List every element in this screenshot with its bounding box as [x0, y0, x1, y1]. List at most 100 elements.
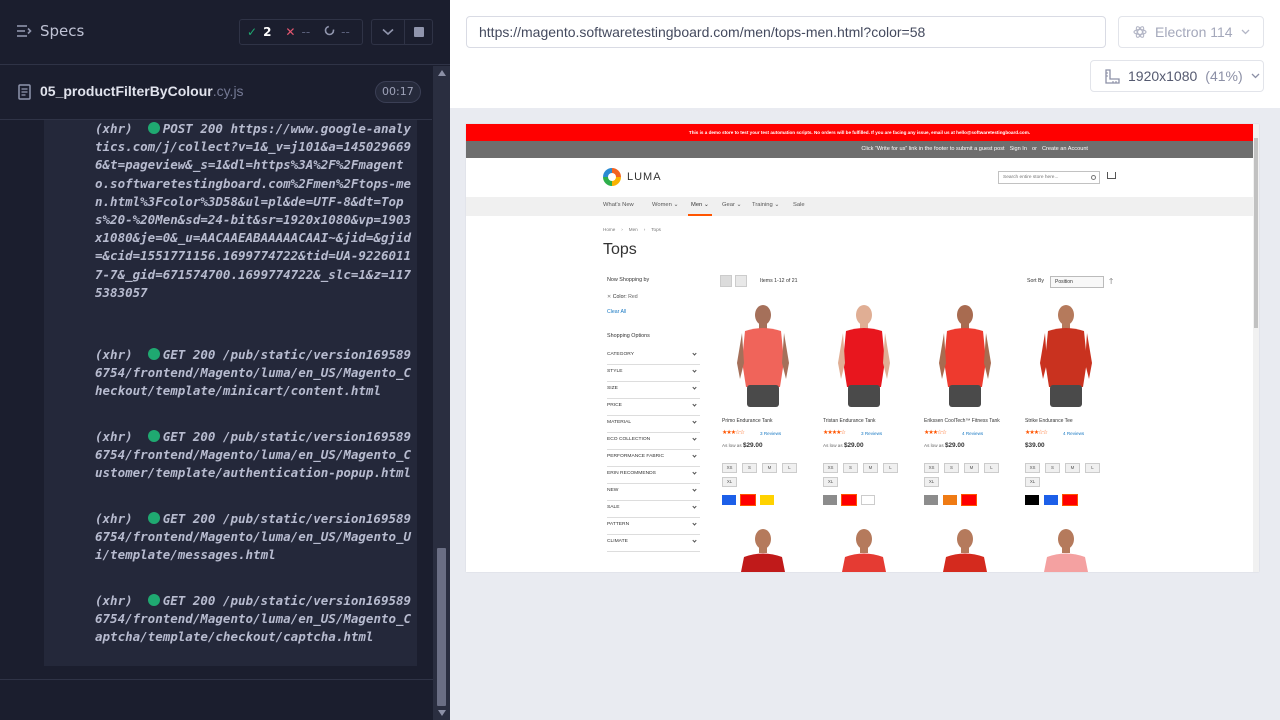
size-swatch[interactable]: L [883, 463, 898, 473]
product-name[interactable]: Strike Endurance Tee [1025, 418, 1073, 424]
size-swatch[interactable]: XS [1025, 463, 1040, 473]
size-swatch[interactable]: M [762, 463, 777, 473]
nav-item-sale[interactable]: Sale [793, 197, 805, 216]
options-dropdown-button[interactable] [371, 19, 404, 45]
scroll-up-arrow-icon[interactable] [438, 70, 446, 76]
color-swatch[interactable] [823, 495, 837, 505]
size-swatch[interactable]: XS [823, 463, 838, 473]
color-swatch[interactable] [722, 495, 736, 505]
color-swatch[interactable] [1062, 494, 1078, 506]
aut-iframe[interactable]: This is a demo store to test your test a… [466, 124, 1259, 572]
site-logo[interactable]: LUMA [603, 168, 662, 186]
size-swatch[interactable]: XS [722, 463, 737, 473]
clear-all-link[interactable]: Clear All [607, 309, 626, 315]
filter-option[interactable]: NEW [607, 484, 700, 501]
sort-by-select[interactable]: Position [1050, 276, 1104, 288]
filter-option[interactable]: CATEGORY [607, 348, 700, 365]
size-swatch[interactable]: S [1045, 463, 1060, 473]
product-card[interactable]: Primo Endurance Tank ★★★☆☆ 3 Reviews As low… [720, 301, 804, 511]
color-swatch[interactable] [961, 494, 977, 506]
product-name[interactable]: Tristan Endurance Tank [823, 418, 876, 424]
size-swatch[interactable]: XL [924, 477, 939, 487]
nav-item-women[interactable]: Women ⌄ [652, 197, 678, 216]
nav-item-gear[interactable]: Gear ⌄ [722, 197, 741, 216]
size-swatch[interactable]: S [742, 463, 757, 473]
reviews-link[interactable]: 3 Reviews [760, 431, 781, 436]
filter-option[interactable]: PATTERN [607, 518, 700, 535]
reviews-link[interactable]: 3 Reviews [861, 431, 882, 436]
filter-option[interactable]: PERFORMANCE FABRIC [607, 450, 700, 467]
site-search-input[interactable]: Search entire store here... [998, 171, 1100, 184]
nav-item-men[interactable]: Men ⌄ [688, 197, 712, 216]
size-swatch[interactable]: S [843, 463, 858, 473]
price-value: $29.00 [944, 442, 965, 449]
scroll-down-arrow-icon[interactable] [438, 710, 446, 716]
product-image[interactable] [829, 525, 899, 572]
size-swatch[interactable]: XS [924, 463, 939, 473]
breadcrumb-item[interactable]: Home [603, 227, 615, 232]
breadcrumb-item[interactable]: Men [629, 227, 638, 232]
filter-option[interactable]: MATERIAL [607, 416, 700, 433]
size-swatch[interactable]: L [1085, 463, 1100, 473]
reviews-link[interactable]: 4 Reviews [1063, 431, 1084, 436]
reporter-scrollbar[interactable] [433, 66, 450, 720]
search-icon[interactable] [1091, 175, 1096, 180]
size-swatch[interactable]: L [782, 463, 797, 473]
product-image[interactable] [930, 525, 1000, 572]
reviews-link[interactable]: 4 Reviews [962, 431, 983, 436]
product-name[interactable]: Erikssen CoolTech™ Fitness Tank [924, 418, 1000, 424]
size-swatch[interactable]: M [1065, 463, 1080, 473]
color-swatch[interactable] [1044, 495, 1058, 505]
size-swatch[interactable]: L [984, 463, 999, 473]
browser-selector[interactable]: Electron 114 [1118, 16, 1264, 48]
product-image[interactable] [728, 301, 798, 413]
product-card[interactable]: Erikssen CoolTech™ Fitness Tank ★★★☆☆ 4 Re… [922, 301, 1006, 511]
product-image[interactable] [1031, 525, 1101, 572]
price-prefix: As low as [823, 443, 843, 448]
color-swatch[interactable] [841, 494, 857, 506]
product-card[interactable]: Strike Endurance Tee ★★★☆☆ 4 Reviews $39.0… [1023, 301, 1107, 511]
pending-count: -- [341, 25, 350, 39]
size-swatch[interactable]: M [863, 463, 878, 473]
command-log[interactable]: (xhr) POST 200 https://www.google-analyt… [44, 120, 417, 666]
color-swatch[interactable] [740, 494, 756, 506]
create-account-link[interactable]: Create an Account [1042, 141, 1088, 158]
filter-option[interactable]: SIZE [607, 382, 700, 399]
url-bar[interactable]: https://magento.softwaretestingboard.com… [466, 16, 1106, 48]
product-card[interactable]: Tristan Endurance Tank ★★★★☆ 3 Reviews As l… [821, 301, 905, 511]
size-swatch[interactable]: XL [823, 477, 838, 487]
filter-option[interactable]: PRICE [607, 399, 700, 416]
cart-icon[interactable] [1107, 172, 1116, 179]
product-image[interactable] [829, 301, 899, 413]
size-swatch[interactable]: XL [722, 477, 737, 487]
sign-in-link[interactable]: Sign In [1010, 141, 1027, 158]
nav-item-training[interactable]: Training ⌄ [752, 197, 779, 216]
color-swatch[interactable] [760, 495, 774, 505]
grid-mode-button[interactable] [720, 275, 732, 287]
stop-button[interactable] [404, 19, 433, 45]
size-swatch[interactable]: M [964, 463, 979, 473]
filter-option[interactable]: ECO COLLECTION [607, 433, 700, 450]
color-swatch[interactable] [924, 495, 938, 505]
color-swatch[interactable] [1025, 495, 1039, 505]
color-swatch[interactable] [943, 495, 957, 505]
size-swatch[interactable]: S [944, 463, 959, 473]
product-image[interactable] [930, 301, 1000, 413]
scrollbar-thumb[interactable] [437, 548, 446, 706]
filter-option[interactable]: ERIN RECOMMENDS [607, 467, 700, 484]
filter-option[interactable]: STYLE [607, 365, 700, 382]
product-name[interactable]: Primo Endurance Tank [722, 418, 773, 424]
color-swatch[interactable] [861, 495, 875, 505]
nav-item-what-s-new[interactable]: What's New [603, 197, 634, 216]
specs-toggle-button[interactable]: Specs [16, 22, 84, 40]
product-image[interactable] [1031, 301, 1101, 413]
aut-scrollbar[interactable] [1253, 124, 1259, 572]
product-image[interactable] [728, 525, 798, 572]
list-mode-button[interactable] [735, 275, 747, 287]
sort-direction-arrow-icon[interactable]: 🡑 [1109, 276, 1113, 290]
filter-option[interactable]: SALE [607, 501, 700, 518]
viewport-info[interactable]: 1920x1080 (41%) [1090, 60, 1264, 92]
scrollbar-thumb[interactable] [1254, 138, 1258, 328]
filter-option[interactable]: CLIMATE [607, 535, 700, 552]
size-swatch[interactable]: XL [1025, 477, 1040, 487]
